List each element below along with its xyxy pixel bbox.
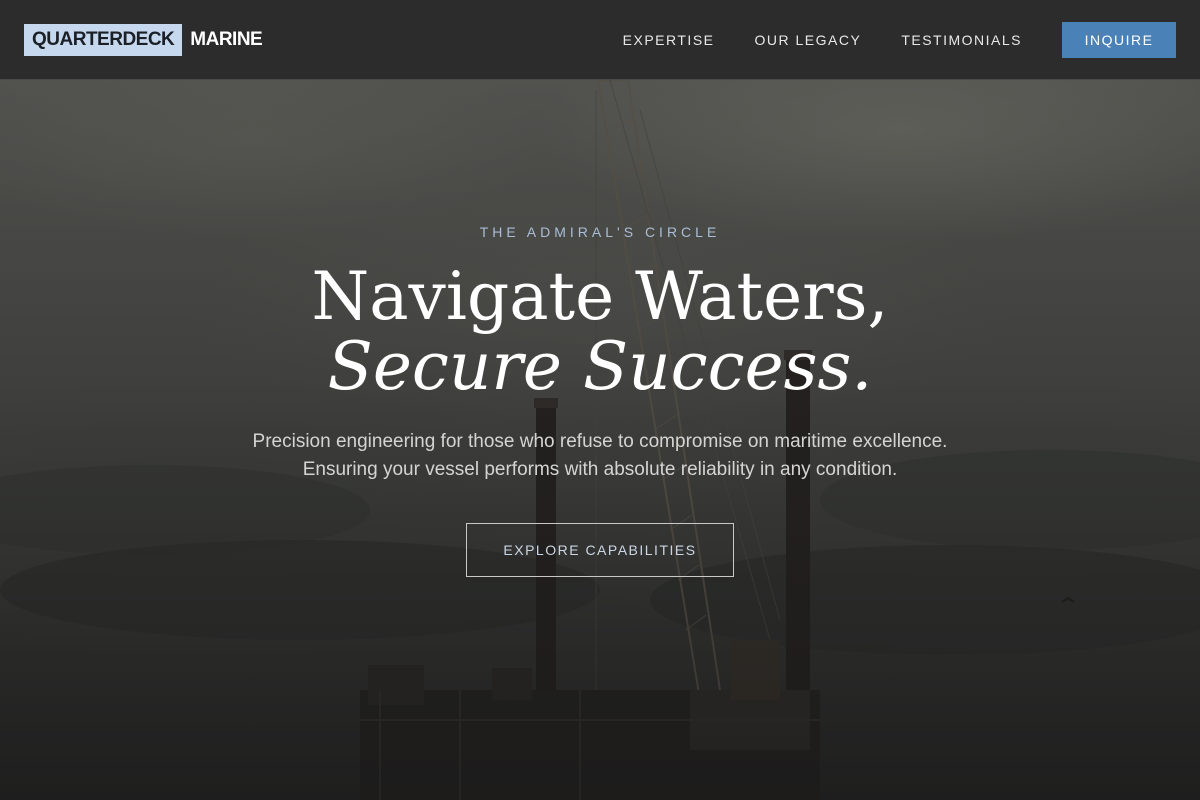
headline-line-1: Navigate Waters, [311,258,889,335]
inquire-button[interactable]: INQUIRE [1062,21,1176,58]
logo-box-text: QUARTERDECK [24,23,183,56]
main-nav: EXPERTISE OUR LEGACY TESTIMONIALS INQUIR… [623,21,1176,58]
nav-link-expertise[interactable]: EXPERTISE [623,32,715,48]
site-header: QUARTERDECK MARINE EXPERTISE OUR LEGACY … [0,0,1200,80]
subcopy-line-2: Ensuring your vessel performs with absol… [302,459,898,480]
brand-logo[interactable]: QUARTERDECK MARINE [24,23,263,56]
nav-link-testimonials[interactable]: TESTIMONIALS [901,32,1022,48]
logo-text: MARINE [190,28,263,50]
hero-headline: Navigate Waters, Secure Success. [0,262,1200,402]
headline-line-2: Secure Success. [327,328,873,405]
hero-eyebrow: THE ADMIRAL'S CIRCLE [479,224,721,240]
hero-subcopy: Precision engineering for those who refu… [0,428,1200,484]
nav-link-our-legacy[interactable]: OUR LEGACY [755,32,862,48]
subcopy-line-1: Precision engineering for those who refu… [252,431,948,452]
hero-content: THE ADMIRAL'S CIRCLE Navigate Waters, Se… [0,0,1200,800]
explore-capabilities-button[interactable]: EXPLORE CAPABILITIES [466,523,734,577]
